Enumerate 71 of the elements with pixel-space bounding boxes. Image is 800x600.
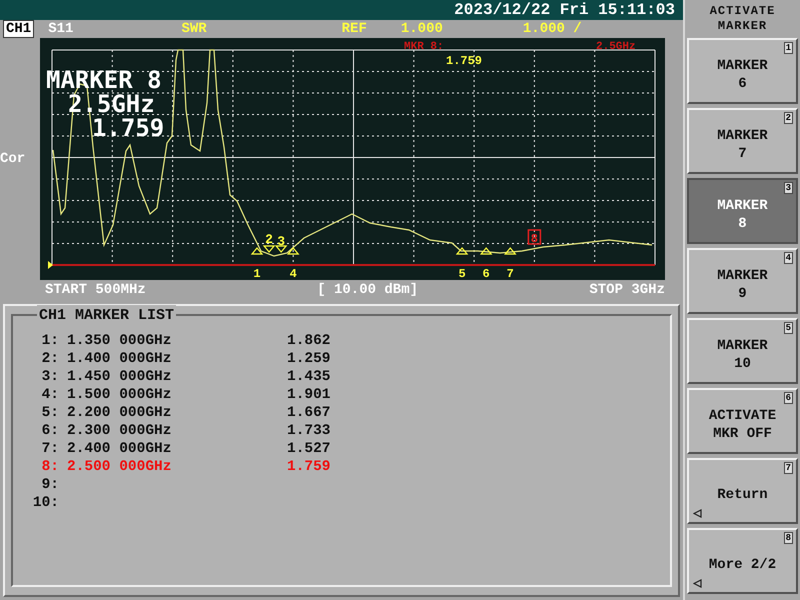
marker-frequency-cell-text: 2.200 000GHz <box>67 404 172 422</box>
marker-value-cell: 1.733 <box>287 422 331 440</box>
marker-frequency-cell-text: 2.500 000GHz <box>67 458 172 476</box>
marker-label: MKR 8: <box>404 41 444 53</box>
marker-frequency-cell-text: 1.500 000GHz <box>67 386 172 404</box>
scale-value: 1.000 / <box>522 20 582 39</box>
marker-index: 6: <box>40 422 59 440</box>
softkey-number: 6 <box>784 392 793 404</box>
ref-label: REF <box>342 20 367 39</box>
start-frequency: START 500MHz <box>45 281 146 300</box>
softkey-number: 3 <box>784 182 793 194</box>
marker-number: 5 <box>458 267 466 280</box>
marker-number: 4 <box>290 267 297 280</box>
marker-triangle-icon <box>456 247 468 255</box>
marker-number: 2 <box>265 232 273 247</box>
date-time: 2023/12/22 Fri 15:11:03 <box>454 0 675 20</box>
marker-triangle-icon <box>480 247 492 255</box>
marker-index: 5: <box>40 404 59 422</box>
marker-frequency-cell-text: 1.450 000GHz <box>67 368 172 386</box>
softkey-number: 5 <box>784 322 793 334</box>
marker-triangle-icon <box>504 247 517 255</box>
marker-value-cell: 1.527 <box>287 440 331 458</box>
marker-value-cell: 1.862 <box>287 332 331 350</box>
ref-value: 1.000 <box>400 20 443 39</box>
marker-frequency: 2.5GHz <box>596 41 636 53</box>
softkey-menu-title: ACTIVATE MARKER <box>708 3 776 35</box>
format-label: SWR <box>181 20 207 39</box>
channel-label: CH1 <box>3 20 34 38</box>
parameter-label: S11 <box>48 20 74 39</box>
softkey-button[interactable]: MARKER 9 4 <box>687 248 798 314</box>
marker-index: 8: <box>40 458 59 476</box>
softkey-button[interactable]: MARKER 8 3 <box>687 178 798 244</box>
softkey-button[interactable]: More 2/2 8 <box>687 528 798 594</box>
marker-value-cell: 1.901 <box>287 386 331 404</box>
marker-value-cell: 1.667 <box>287 404 331 422</box>
softkey-number: 2 <box>784 112 793 124</box>
marker-number: 1 <box>253 267 261 280</box>
marker-index: 2: <box>40 350 59 368</box>
softkey-number: 4 <box>784 252 793 264</box>
softkey-number: 1 <box>784 42 793 54</box>
marker-index: 3: <box>40 368 59 386</box>
softkey-number: 8 <box>784 532 793 544</box>
marker-value-cell: 1.259 <box>287 350 331 368</box>
marker-value: 1.759 <box>446 54 482 68</box>
softkey-button[interactable]: Return 7 <box>687 458 798 524</box>
marker-value-cell: 1.435 <box>287 368 331 386</box>
marker-frequency-cell-text: 2.300 000GHz <box>67 422 172 440</box>
softkey-button[interactable]: MARKER 7 2 <box>687 108 798 174</box>
marker-number: 8 <box>530 232 538 246</box>
marker-value-cell: 1.759 <box>287 458 331 476</box>
active-marker-frame <box>528 229 542 245</box>
softkey-button[interactable]: ACTIVATE MKR OFF 6 <box>687 388 798 454</box>
stop-frequency: STOP 3GHz <box>589 281 665 300</box>
marker-frequency-cell-text: 1.400 000GHz <box>67 350 172 368</box>
marker-index: 4: <box>40 386 59 404</box>
marker-frequency-cell-text: 2.400 000GHz <box>67 440 172 458</box>
marker-value-readout: 1.759 <box>92 114 164 142</box>
correction-label: Cor <box>0 150 26 168</box>
softkey-button[interactable]: MARKER 6 1 <box>687 38 798 104</box>
softkey-button[interactable]: MARKER 10 5 <box>687 318 798 384</box>
power-level: [ 10.00 dBm] <box>317 281 418 300</box>
marker-number: 3 <box>277 234 286 249</box>
marker-index: 10: <box>32 494 59 512</box>
reference-pointer-icon <box>48 261 53 269</box>
marker-index: 9: <box>40 476 59 494</box>
marker-index: 1: <box>40 332 59 350</box>
marker-index: 7: <box>40 440 59 458</box>
marker-frequency-cell-text: 1.350 000GHz <box>67 332 172 350</box>
marker-number: 6 <box>482 267 490 280</box>
marker-number: 7 <box>506 267 514 280</box>
softkey-number: 7 <box>784 462 793 474</box>
